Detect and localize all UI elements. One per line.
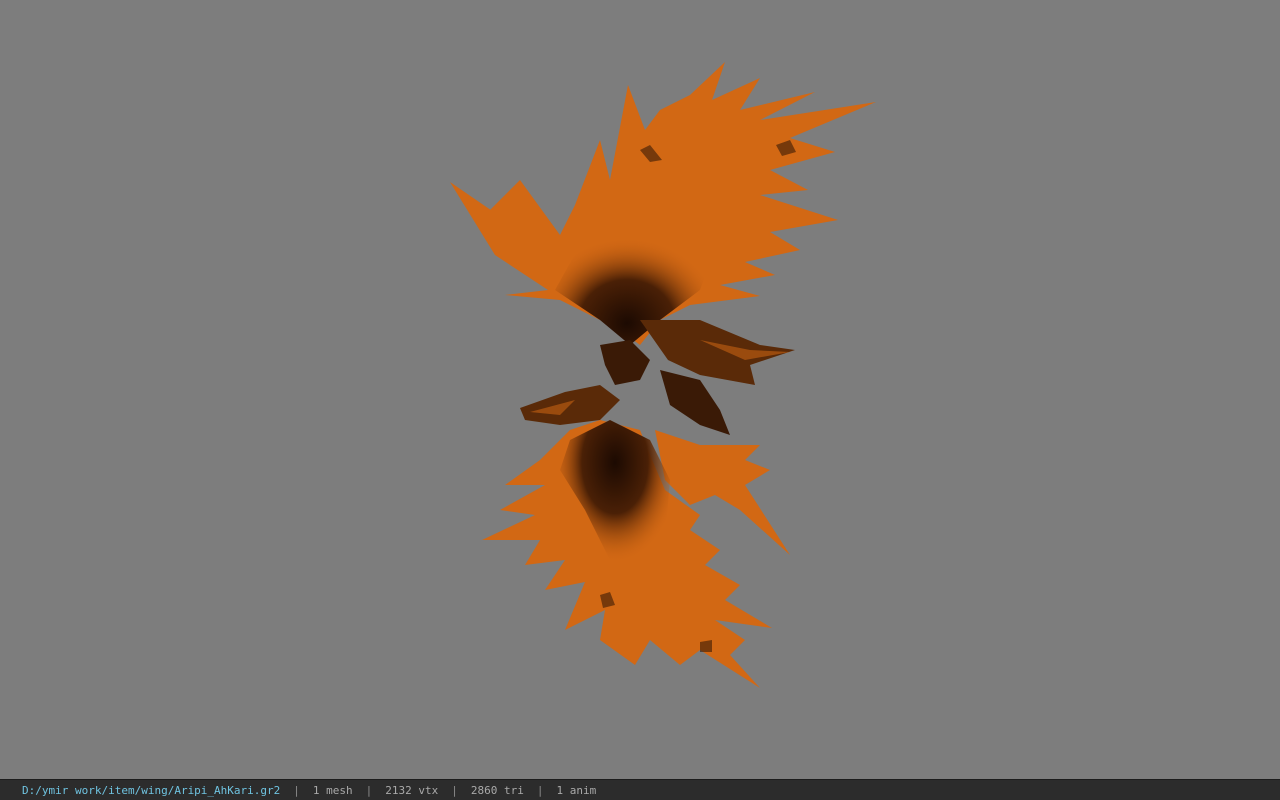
wing-model[interactable]: [0, 0, 1280, 779]
center-ornaments: [520, 320, 795, 435]
status-separator: |: [365, 783, 373, 797]
status-bar: D:/ymir work/item/wing/Aripi_AhKari.gr2 |…: [0, 779, 1280, 800]
triangle-count: 2860 tri: [470, 783, 524, 797]
upper-wing: [450, 62, 876, 345]
status-separator: |: [293, 783, 300, 797]
vertex-count: 2132 vtx: [385, 783, 439, 797]
model-viewport[interactable]: [0, 0, 1280, 779]
mesh-count: 1 mesh: [312, 783, 353, 797]
lower-wing: [482, 420, 790, 688]
status-separator: |: [536, 783, 544, 797]
anim-count: 1 anim: [556, 783, 597, 797]
status-separator: |: [451, 783, 458, 797]
file-path: D:/ymir work/item/wing/Aripi_AhKari.gr2: [22, 783, 281, 797]
